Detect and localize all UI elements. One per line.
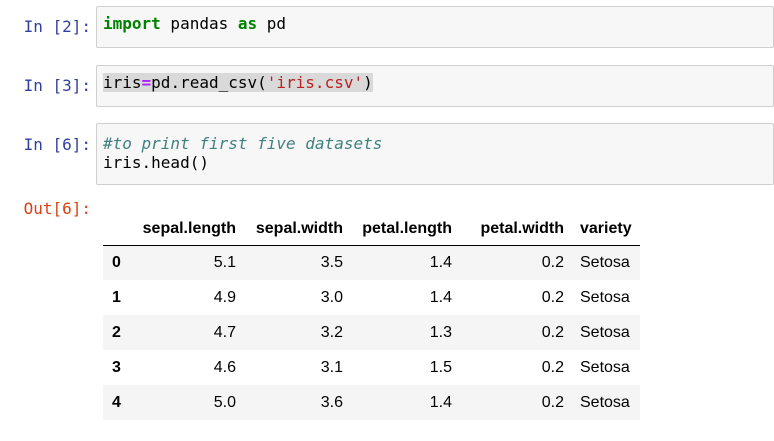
keyword-import: import [103, 14, 161, 33]
code-cell-2: In [3]: iris=pd.read_csv('iris.csv') [0, 65, 774, 107]
code-text: pd [257, 14, 287, 33]
output-prompt: Out[6]: [23, 199, 91, 218]
code-text: pd.read_csv( [151, 73, 267, 92]
table-row: 3 4.6 3.1 1.5 0.2 Setosa [103, 350, 640, 385]
input-prompt: In [3]: [23, 76, 91, 95]
code-comment: #to print first five datasets [103, 134, 383, 153]
code-editor[interactable]: iris=pd.read_csv('iris.csv') [96, 65, 774, 107]
table-row: 1 4.9 3.0 1.4 0.2 Setosa [103, 280, 640, 315]
cell-petal-width: 0.2 [541, 323, 564, 341]
table-row: 4 5.0 3.6 1.4 0.2 Setosa [103, 385, 640, 420]
cell-sepal-width: 3.1 [320, 358, 343, 376]
column-header-variety: variety [572, 214, 640, 246]
input-prompt: In [6]: [23, 135, 91, 154]
cell-petal-width: 0.2 [541, 358, 564, 376]
column-header-sepal-width: sepal.width [244, 214, 351, 246]
row-index: 4 [112, 393, 121, 411]
table-header-row: sepal.length sepal.width petal.length pe… [103, 214, 640, 246]
cell-petal-length: 1.4 [429, 288, 452, 306]
keyword-as: as [237, 14, 258, 33]
selected-code: iris=pd.read_csv('iris.csv') [103, 73, 373, 92]
cell-sepal-length: 5.0 [213, 393, 236, 411]
cell-sepal-width: 3.2 [320, 323, 343, 341]
row-index: 0 [112, 253, 121, 271]
column-header-petal-length: petal.length [351, 214, 460, 246]
code-cell-3: In [6]: #to print first five datasets iri… [0, 123, 774, 185]
cell-variety: Setosa [580, 323, 630, 341]
cell-variety: Setosa [580, 358, 630, 376]
code-editor[interactable]: #to print first five datasets iris.head() [96, 123, 774, 185]
cell-petal-length: 1.4 [429, 253, 452, 271]
dataframe-table: sepal.length sepal.width petal.length pe… [103, 214, 640, 420]
cell-variety: Setosa [580, 393, 630, 411]
row-index: 2 [112, 323, 121, 341]
column-header-petal-width: petal.width [460, 214, 572, 246]
column-header-sepal-length: sepal.length [129, 214, 244, 246]
code-text: iris [103, 73, 142, 92]
cell-sepal-width: 3.6 [320, 393, 343, 411]
code-text: iris.head() [103, 153, 209, 172]
cell-petal-width: 0.2 [541, 393, 564, 411]
cell-petal-width: 0.2 [541, 253, 564, 271]
cell-variety: Setosa [580, 288, 630, 306]
cell-sepal-width: 3.0 [320, 288, 343, 306]
code-text: pandas [160, 14, 238, 33]
index-header [103, 214, 129, 246]
operator: = [141, 73, 152, 92]
cell-petal-length: 1.4 [429, 393, 452, 411]
code-text: ) [363, 73, 373, 92]
cell-sepal-length: 5.1 [213, 253, 236, 271]
table-row: 2 4.7 3.2 1.3 0.2 Setosa [103, 315, 640, 350]
cell-sepal-width: 3.5 [320, 253, 343, 271]
row-index: 3 [112, 358, 121, 376]
cell-petal-length: 1.5 [429, 358, 452, 376]
cell-variety: Setosa [580, 253, 630, 271]
row-index: 1 [112, 288, 121, 306]
table-row: 0 5.1 3.5 1.4 0.2 Setosa [103, 245, 640, 280]
cell-sepal-length: 4.7 [213, 323, 236, 341]
cell-sepal-length: 4.6 [213, 358, 236, 376]
cell-petal-width: 0.2 [541, 288, 564, 306]
code-editor[interactable]: import pandas as pd [96, 6, 774, 48]
input-prompt: In [2]: [23, 17, 91, 36]
cell-sepal-length: 4.9 [213, 288, 236, 306]
cell-petal-length: 1.3 [429, 323, 452, 341]
string-literal: 'iris.csv' [266, 73, 364, 92]
code-cell-1: In [2]: import pandas as pd [0, 6, 774, 48]
